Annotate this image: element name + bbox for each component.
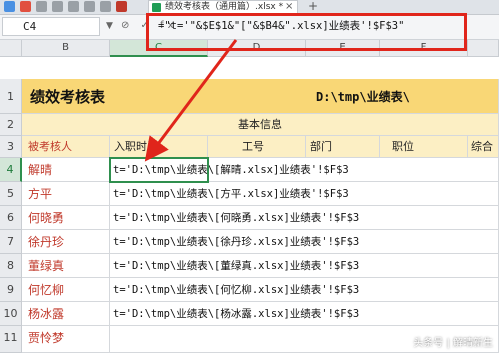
annotation-arrow — [144, 39, 238, 162]
watermark: 头条号 | 解晴新生 — [413, 338, 493, 349]
